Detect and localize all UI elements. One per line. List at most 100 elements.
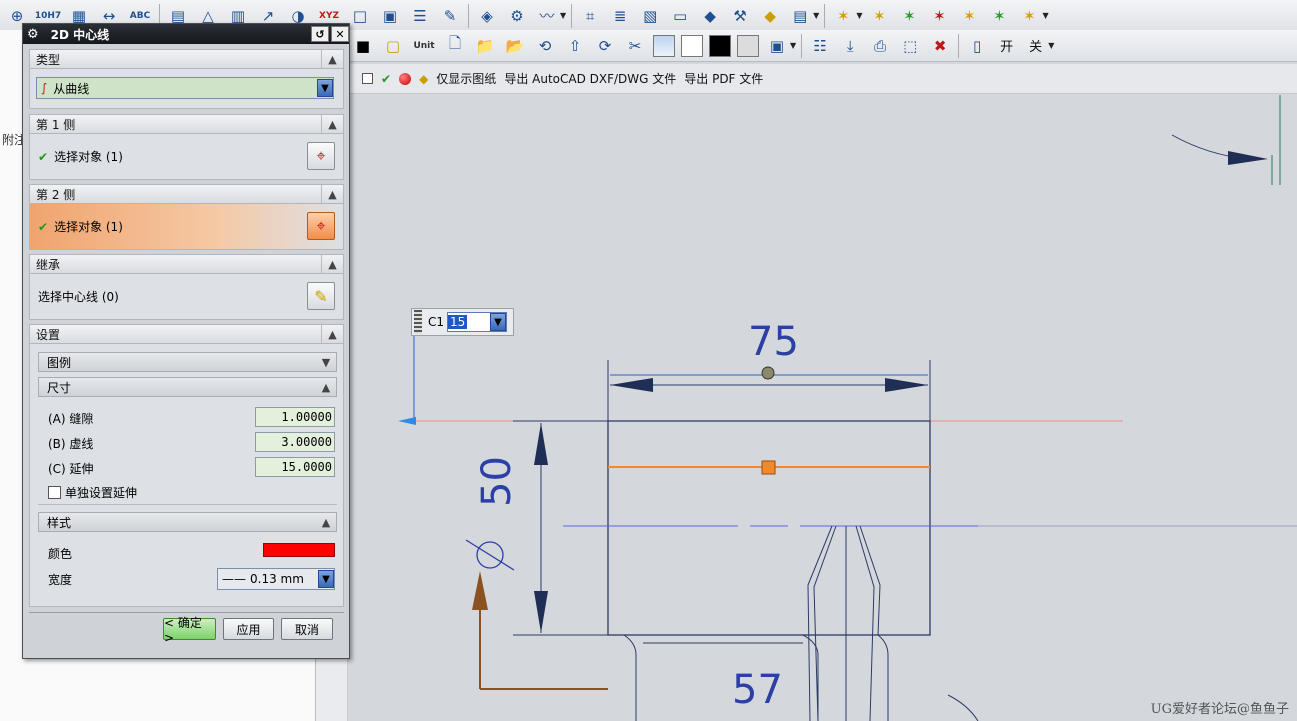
sparkle7-icon[interactable]: ✶ (1016, 3, 1042, 29)
scissors-icon[interactable]: ✂ (622, 33, 648, 59)
folder-open-icon[interactable]: 📂 (502, 33, 528, 59)
grip-handle[interactable] (414, 310, 422, 334)
export-up-icon[interactable]: ⇧ (562, 33, 588, 59)
drawing-canvas[interactable]: 75 50 57 (348, 95, 1297, 721)
download-icon[interactable]: ⤓ (837, 33, 863, 59)
chevron-down-icon[interactable]: ▼ (813, 11, 819, 20)
new-doc-icon[interactable]: 🗋 (442, 33, 468, 59)
open-folder-icon[interactable]: 📁 (472, 33, 498, 59)
abc-box-icon[interactable]: ▤ (787, 3, 813, 29)
subgroup-header-style[interactable]: 样式 ▲ (38, 512, 337, 532)
import-icon[interactable]: ⟳ (592, 33, 618, 59)
doc-lines-icon[interactable]: ☰ (407, 3, 433, 29)
dim-text-bottom[interactable]: 57 (732, 667, 783, 713)
black-square-icon[interactable]: ■ (350, 33, 376, 59)
panel-icon[interactable]: ▢ (380, 33, 406, 59)
gear-icon[interactable]: ⚙ (504, 3, 530, 29)
sparkle6-icon[interactable]: ✶ (986, 3, 1012, 29)
chevron-up-icon[interactable]: ▲ (316, 516, 336, 529)
type-dropdown[interactable]: ∫ 从曲线 ▼ (36, 77, 334, 99)
cube-icon[interactable]: ◆ (697, 3, 723, 29)
black-swatch[interactable] (709, 34, 731, 57)
chevron-down-icon[interactable]: ▼ (317, 79, 333, 97)
side1-select-row[interactable]: ✔ 选择对象 (1) (38, 148, 123, 165)
chevron-down-icon[interactable]: ▼ (1042, 11, 1048, 20)
chevron-down-icon[interactable]: ▼ (318, 570, 334, 588)
select-object-button[interactable]: ⌖ (307, 212, 335, 240)
chevron-down-icon[interactable]: ▼ (560, 11, 566, 20)
delete-x-icon[interactable]: ✖ (927, 33, 953, 59)
dim-text-diameter[interactable]: 50 (474, 456, 520, 507)
chevron-down-icon[interactable]: ▼ (316, 356, 336, 369)
cancel-button[interactable]: 取消 (281, 618, 333, 640)
export-dxf-link[interactable]: 导出 AutoCAD DXF/DWG 文件 (504, 70, 676, 87)
side2-select-row[interactable]: ✔ 选择对象 (1) (38, 218, 123, 235)
onscreen-input-value[interactable]: 15 (448, 315, 468, 329)
apply-button[interactable]: 应用 (223, 618, 274, 640)
layers-icon[interactable]: ◈ (474, 3, 500, 29)
export-pdf-link[interactable]: 导出 PDF 文件 (684, 70, 763, 87)
chevron-up-icon[interactable]: ▲ (321, 50, 343, 68)
checkbox-square-icon[interactable] (362, 73, 373, 84)
extension-input[interactable]: 15.0000 (255, 457, 335, 477)
unit-button[interactable]: Unit (410, 33, 438, 59)
rotate-xyz-icon[interactable]: ⟲ (532, 33, 558, 59)
chevron-down-icon[interactable]: ▼ (490, 313, 507, 331)
shapes-icon[interactable]: ◆ (419, 72, 428, 86)
on-button[interactable]: 开 (1000, 36, 1013, 55)
red-ball-icon[interactable] (399, 72, 412, 85)
doc-icon[interactable]: ▣ (377, 3, 403, 29)
chevron-up-icon[interactable]: ▲ (316, 381, 336, 394)
green-check-icon[interactable]: ✔ (381, 72, 391, 86)
hammer-icon[interactable]: ⚒ (727, 3, 753, 29)
list-icon[interactable]: ☷ (807, 33, 833, 59)
group-header-settings[interactable]: 设置 ▲ (29, 324, 344, 344)
white-swatch[interactable] (681, 34, 703, 57)
chevron-up-icon[interactable]: ▲ (321, 325, 343, 343)
sparkle3-icon[interactable]: ✶ (896, 3, 922, 29)
group-header-type[interactable]: 类型 ▲ (29, 49, 344, 69)
chevron-up-icon[interactable]: ▲ (321, 185, 343, 203)
group-header-side2[interactable]: 第 2 侧 ▲ (29, 184, 344, 204)
chevron-up-icon[interactable]: ▲ (321, 255, 343, 273)
width-dropdown[interactable]: —— 0.13 mm ▼ (217, 568, 335, 590)
page-icon[interactable]: ▯ (964, 33, 990, 59)
off-button[interactable]: 关 (1029, 36, 1042, 55)
sparkle4-icon[interactable]: ✶ (926, 3, 952, 29)
paper-icon[interactable]: ▭ (667, 3, 693, 29)
select-centerline-button[interactable]: ✎ (307, 282, 335, 310)
show-drawing-only-link[interactable]: 仅显示图纸 (436, 70, 496, 87)
individual-extension-checkbox[interactable] (48, 486, 61, 499)
chevron-up-icon[interactable]: ▲ (321, 115, 343, 133)
group-header-inherit[interactable]: 继承 ▲ (29, 254, 344, 274)
dash-input[interactable]: 3.00000 (255, 432, 335, 452)
dim-text-top[interactable]: 75 (748, 319, 799, 365)
inherit-select-row[interactable]: 选择中心线 (0) (38, 288, 119, 305)
mesh-icon[interactable]: ⌗ (577, 3, 603, 29)
group-header-side1[interactable]: 第 1 侧 ▲ (29, 114, 344, 134)
close-icon[interactable]: ✕ (331, 26, 349, 42)
wave-icon[interactable]: 〰 (534, 3, 560, 29)
sparkle2-icon[interactable]: ✶ (866, 3, 892, 29)
sparkle-icon[interactable]: ✶ (830, 3, 856, 29)
blank-icon[interactable]: □ (347, 3, 373, 29)
sheet-icon[interactable]: ▧ (637, 3, 663, 29)
reset-icon[interactable]: ↺ (311, 26, 329, 42)
ok-button[interactable]: < 确定 > (163, 616, 216, 645)
chevron-down-icon[interactable]: ▼ (1048, 41, 1054, 50)
gap-input[interactable]: 1.00000 (255, 407, 335, 427)
stack-icon[interactable]: ≣ (607, 3, 633, 29)
gray-swatch[interactable] (737, 34, 759, 57)
fit-frame-icon[interactable]: ▣ (764, 33, 790, 59)
subgroup-header-size[interactable]: 尺寸 ▲ (38, 377, 337, 397)
select-object-button[interactable]: ⌖ (307, 142, 335, 170)
gear-icon[interactable]: ⚙ (27, 27, 39, 42)
onscreen-input-field[interactable]: 15 ▼ (447, 312, 508, 332)
color-swatch-button[interactable] (263, 543, 335, 557)
onscreen-input[interactable]: C1 15 ▼ (411, 308, 514, 336)
gradient-swatch[interactable] (653, 34, 675, 57)
print-icon[interactable]: ⎙ (867, 33, 893, 59)
sparkle5-icon[interactable]: ✶ (956, 3, 982, 29)
chevron-down-icon[interactable]: ▼ (790, 41, 796, 50)
brush-icon[interactable]: ✎ (437, 3, 463, 29)
